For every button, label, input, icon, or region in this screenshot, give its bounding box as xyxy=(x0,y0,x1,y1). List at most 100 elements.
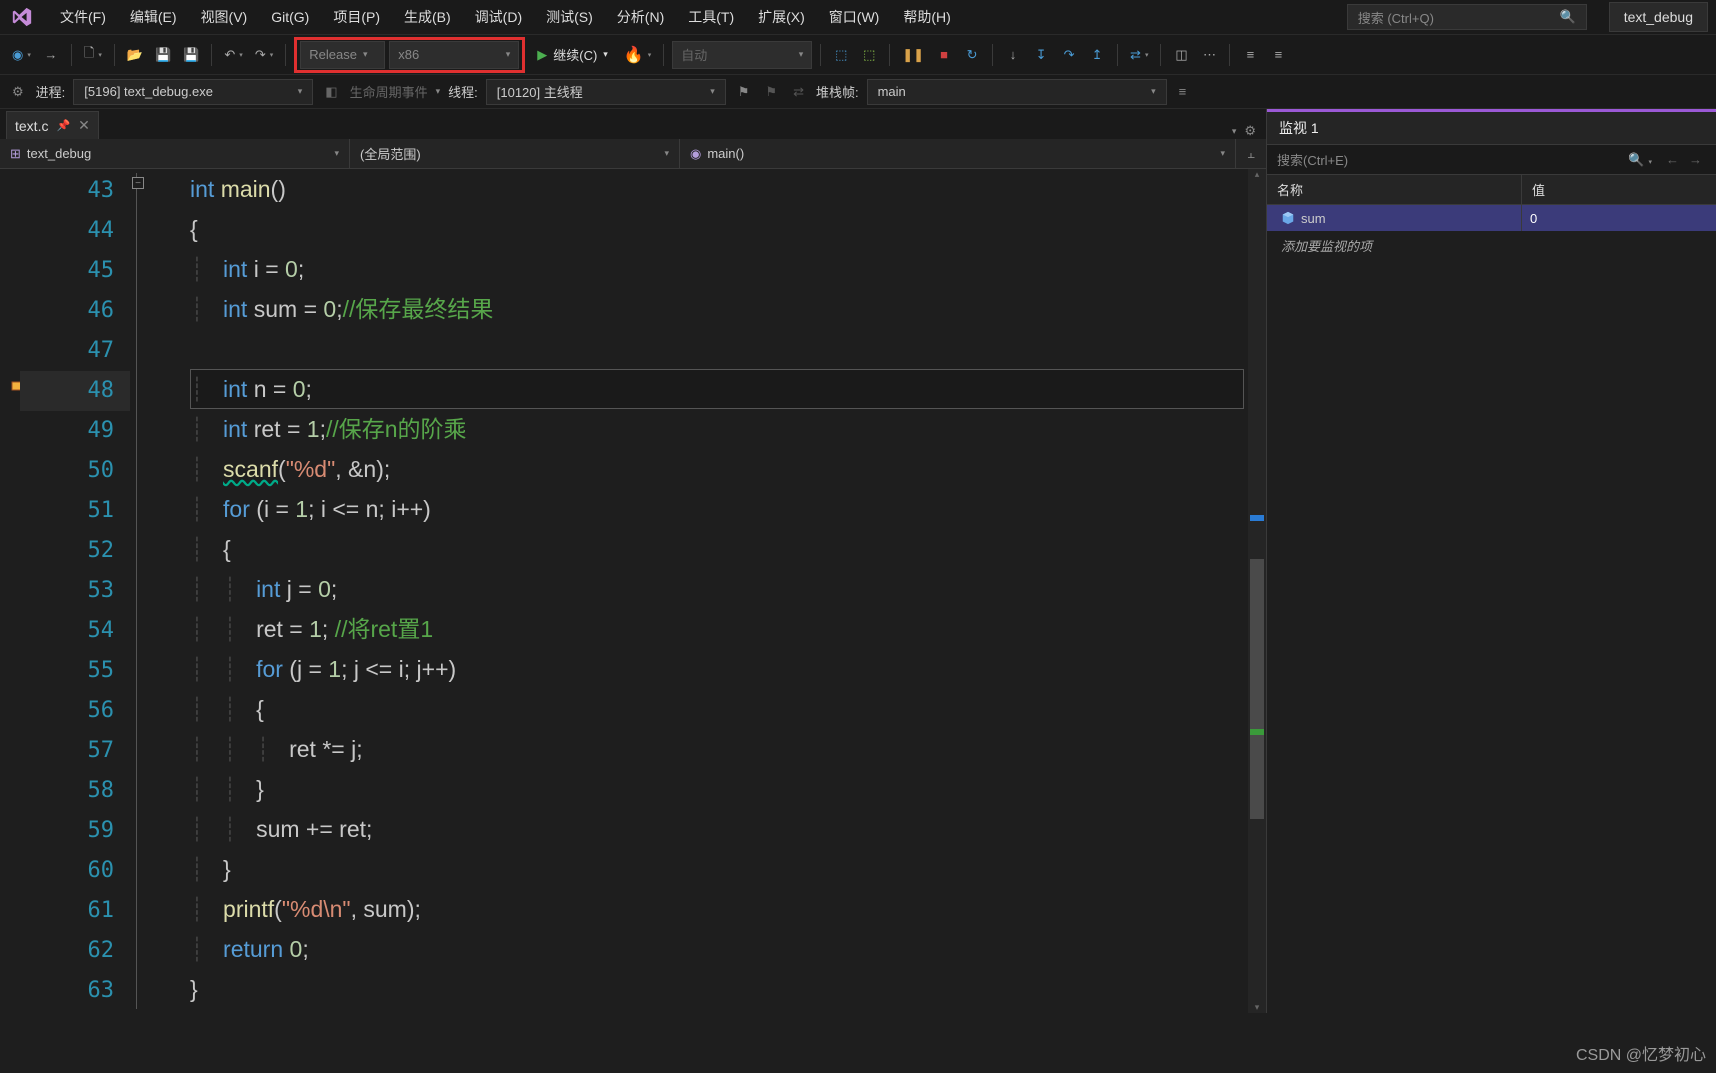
code-line[interactable]: ┊ scanf("%d", &n); xyxy=(190,449,1244,489)
code-line[interactable]: ┊ ┊ for (j = 1; j <= i; j++) xyxy=(190,649,1244,689)
debug-tool-2[interactable]: ⬚ xyxy=(857,42,881,68)
code-text-area[interactable]: int main(){┊ int i = 0;┊ int sum = 0;//保… xyxy=(190,169,1244,1013)
editor-scrollbar[interactable]: ▴ ▾ xyxy=(1248,169,1266,1013)
stackframe-dropdown[interactable]: main▾ xyxy=(867,79,1167,105)
code-editor[interactable]: 4344454647484950515253545556575859606162… xyxy=(0,169,1266,1013)
save-button[interactable]: 💾 xyxy=(151,42,175,68)
menu-item[interactable]: 编辑(E) xyxy=(120,3,187,31)
flag-icon-2[interactable]: ⚑ xyxy=(761,84,781,100)
menubar-search[interactable]: 搜索 (Ctrl+Q) 🔍 xyxy=(1347,4,1587,30)
debug-tool-b[interactable]: ◫ xyxy=(1169,42,1193,68)
code-line[interactable]: ┊ ┊ sum += ret; xyxy=(190,809,1244,849)
code-line[interactable]: ┊ int sum = 0;//保存最终结果 xyxy=(190,289,1244,329)
debug-tool-d[interactable]: ≡ xyxy=(1238,42,1262,68)
menu-item[interactable]: 扩展(X) xyxy=(748,3,815,31)
debug-tool-c[interactable]: ⋯ xyxy=(1197,42,1221,68)
line-number: 47 xyxy=(20,331,130,371)
nav-scope-dropdown[interactable]: (全局范围)▾ xyxy=(350,139,680,168)
menu-item[interactable]: 窗口(W) xyxy=(819,3,890,31)
breakpoint-gutter[interactable] xyxy=(0,169,20,1013)
settings-icon[interactable]: ⚙ xyxy=(8,84,28,100)
nav-back-button[interactable]: ◉▾ xyxy=(8,42,35,68)
close-icon[interactable]: ✕ xyxy=(78,117,90,134)
auto-dropdown[interactable]: 自动▾ xyxy=(672,41,812,69)
pause-button[interactable]: ❚❚ xyxy=(898,42,928,68)
fold-gutter[interactable]: − xyxy=(130,169,190,1013)
save-all-button[interactable]: 💾 xyxy=(179,42,203,68)
code-line[interactable]: ┊ ┊ { xyxy=(190,689,1244,729)
tab-overflow-icon[interactable]: ▾ xyxy=(1232,126,1237,137)
split-editor-button[interactable]: ⫠ xyxy=(1236,146,1266,162)
watch-col-name[interactable]: 名称 xyxy=(1267,175,1522,204)
debug-tool-a[interactable]: ⇄▾ xyxy=(1126,42,1152,68)
open-file-button[interactable]: 📂 xyxy=(123,42,147,68)
hot-reload-button[interactable]: 🔥▾ xyxy=(620,42,655,68)
code-line[interactable]: ┊ ┊ ┊ ret *= j; xyxy=(190,729,1244,769)
process-dropdown[interactable]: [5196] text_debug.exe▾ xyxy=(73,79,313,105)
tab-settings-icon[interactable]: ⚙ xyxy=(1244,123,1256,139)
menu-item[interactable]: 分析(N) xyxy=(607,3,674,31)
flag-icon[interactable]: ⚑ xyxy=(734,84,754,100)
watch-search[interactable]: 搜索(Ctrl+E) 🔍▾ ← → xyxy=(1267,145,1716,175)
restart-button[interactable]: ↻ xyxy=(960,42,984,68)
next-icon[interactable]: → xyxy=(1689,152,1702,167)
nav-project-dropdown[interactable]: ⊞text_debug ▾ xyxy=(0,139,350,168)
platform-dropdown[interactable]: x86▾ xyxy=(389,41,519,69)
code-line[interactable]: ┊ int n = 0; xyxy=(190,369,1244,409)
watch-col-value[interactable]: 值 xyxy=(1522,175,1716,204)
code-line[interactable]: ┊ for (i = 1; i <= n; i++) xyxy=(190,489,1244,529)
stop-button[interactable]: ■ xyxy=(932,42,956,68)
menu-item[interactable]: 视图(V) xyxy=(191,3,258,31)
debug-tool-e[interactable]: ≡ xyxy=(1266,42,1290,68)
code-line[interactable]: ┊ ┊ ret = 1; //将ret置1 xyxy=(190,609,1244,649)
code-line[interactable]: ┊ ┊ } xyxy=(190,769,1244,809)
code-line[interactable]: ┊ return 0; xyxy=(190,929,1244,969)
line-number: 50 xyxy=(20,451,130,491)
step-over-button[interactable]: ↷ xyxy=(1057,42,1081,68)
code-line[interactable]: ┊ int i = 0; xyxy=(190,249,1244,289)
code-line[interactable]: ┊ { xyxy=(190,529,1244,569)
nav-function-dropdown[interactable]: ◉main() ▾ xyxy=(680,139,1236,168)
debug-tool-1[interactable]: ⬚ xyxy=(829,42,853,68)
redo-button[interactable]: ↷▾ xyxy=(251,42,277,68)
code-line[interactable]: { xyxy=(190,209,1244,249)
fold-toggle-icon[interactable]: − xyxy=(132,177,144,189)
watch-row[interactable]: sum0 xyxy=(1267,205,1716,231)
menu-item[interactable]: 测试(S) xyxy=(536,3,603,31)
undo-button[interactable]: ↶▾ xyxy=(220,42,246,68)
menu-item[interactable]: 工具(T) xyxy=(678,3,744,31)
watch-panel-title: 监视 1 xyxy=(1267,109,1716,145)
code-line[interactable]: ┊ } xyxy=(190,849,1244,889)
menu-item[interactable]: 调试(D) xyxy=(465,3,532,31)
thread-tool-icon[interactable]: ⇄ xyxy=(789,84,808,100)
thread-dropdown[interactable]: [10120] 主线程▾ xyxy=(486,79,726,105)
code-line[interactable]: ┊ printf("%d\n", sum); xyxy=(190,889,1244,929)
watch-rows: sum0 xyxy=(1267,205,1716,231)
nav-fwd-button[interactable]: → xyxy=(39,42,63,68)
search-icon[interactable]: 🔍▾ xyxy=(1628,152,1652,168)
step-out-button[interactable]: ↥ xyxy=(1085,42,1109,68)
toolbar-overflow-icon[interactable]: ≡ xyxy=(1175,84,1191,99)
stackframe-label: 堆栈帧: xyxy=(816,82,859,101)
new-item-button[interactable]: 🗋▾ xyxy=(80,42,106,68)
code-line[interactable]: ┊ ┊ int j = 0; xyxy=(190,569,1244,609)
pin-icon[interactable]: 📌 xyxy=(56,119,70,132)
thread-label: 线程: xyxy=(448,82,478,101)
code-line[interactable]: } xyxy=(190,969,1244,1009)
build-config-dropdown[interactable]: Release▾ xyxy=(300,41,385,69)
menu-item[interactable]: 帮助(H) xyxy=(893,3,960,31)
code-line[interactable]: int main() xyxy=(190,169,1244,209)
menu-item[interactable]: 项目(P) xyxy=(323,3,390,31)
prev-icon[interactable]: ← xyxy=(1666,152,1679,167)
tab-text-c[interactable]: text.c 📌 ✕ xyxy=(6,111,99,139)
menu-item[interactable]: 文件(F) xyxy=(50,3,116,31)
continue-button[interactable]: ▶ 继续(C) ▾ xyxy=(529,41,616,69)
menu-item[interactable]: Git(G) xyxy=(261,5,319,29)
code-line[interactable] xyxy=(190,329,1244,369)
watch-add-item[interactable]: 添加要监视的项 xyxy=(1267,231,1716,260)
menu-item[interactable]: 生成(B) xyxy=(394,3,461,31)
code-line[interactable]: ┊ int ret = 1;//保存n的阶乘 xyxy=(190,409,1244,449)
lifecycle-icon[interactable]: ◧ xyxy=(321,84,341,100)
show-next-stmt-button[interactable]: ↓ xyxy=(1001,42,1025,68)
step-into-button[interactable]: ↧ xyxy=(1029,42,1053,68)
